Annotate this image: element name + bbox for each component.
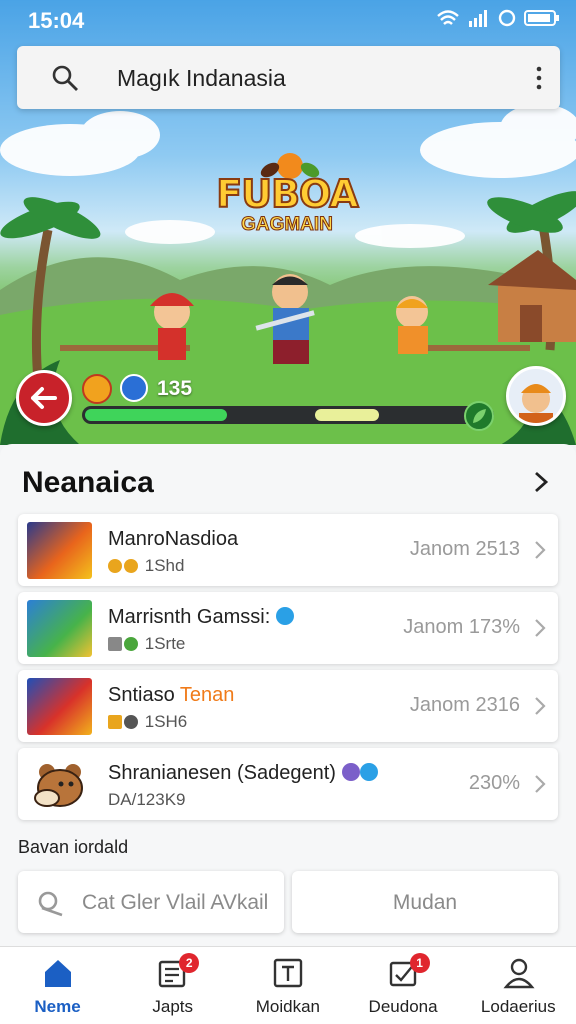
game-thumbnail — [27, 756, 92, 813]
game-thumbnail — [27, 600, 92, 657]
chevron-right-icon — [535, 541, 546, 559]
nav-label: Japts — [152, 997, 193, 1016]
nav-label: Neme — [34, 997, 81, 1016]
more-vert-icon[interactable] — [532, 65, 546, 91]
chevron-right-icon — [535, 619, 546, 637]
item-subtitle-text: 1Srte — [144, 634, 186, 653]
home-icon — [45, 960, 71, 987]
item-meta: Janom 2513 — [409, 538, 520, 560]
item-subtitle: 1SH6 — [108, 712, 187, 732]
section-title: Neanaica — [22, 466, 154, 499]
item-meta: Janom 173% — [403, 616, 520, 638]
progress-fill — [85, 409, 227, 421]
search-bar[interactable]: Magık Indanasia — [17, 46, 560, 109]
list-item[interactable]: Marrisnth Gamssi: 1Srte Janom 173% — [18, 592, 558, 664]
text-box-icon — [274, 958, 303, 988]
nav-item-moidkan[interactable]: Moidkan — [230, 947, 345, 1024]
game-logo: FUBOA GAGMAIN — [212, 150, 362, 240]
nav-label: Lodaerius — [480, 997, 556, 1016]
level-badge-icon — [341, 763, 360, 781]
notification-badge: 2 — [179, 953, 200, 973]
game-logo-title: FUBOA — [215, 171, 359, 217]
item-subtitle: 1Srte — [108, 634, 185, 654]
battery-icon — [524, 10, 559, 26]
item-subtitle-text: 1SH6 — [144, 712, 188, 731]
item-subtitle: DA/123K9 — [108, 790, 186, 809]
bottom-nav: Neme 2 Japts Moidkan 1 Deudona Lodaerius — [0, 946, 576, 1024]
data-saver-icon — [498, 9, 516, 27]
arrow-left-icon — [31, 387, 57, 409]
status-bar: 15:04 — [0, 0, 576, 42]
item-subtitle: 1Shd — [108, 556, 184, 576]
search-input[interactable]: Magık Indanasia — [117, 65, 286, 92]
item-meta: Janom 2316 — [409, 694, 520, 716]
item-title: Sntiaso Tenan — [108, 684, 234, 707]
avatar-image — [519, 384, 553, 423]
game-thumbnail — [27, 522, 92, 579]
status-icons — [436, 9, 560, 27]
leaf-icon[interactable] — [464, 401, 494, 431]
secondary-action-label: Mudan — [392, 891, 458, 914]
hud-score: 135 — [157, 377, 193, 400]
item-title-text: Sntiaso — [108, 684, 175, 706]
wifi-icon — [437, 10, 459, 25]
verified-icon — [359, 763, 378, 781]
verified-icon — [275, 607, 294, 625]
status-time: 15:04 — [28, 8, 85, 33]
secondary-action-button[interactable]: Mudan — [292, 871, 558, 933]
coin-icon — [124, 559, 138, 573]
search-icon[interactable] — [51, 64, 79, 92]
ticket-icon — [108, 715, 122, 729]
item-title: Marrisnth Gamssi: — [108, 606, 294, 629]
list-item[interactable]: ManroNasdioa 1Shd Janom 2513 — [18, 514, 558, 586]
back-button[interactable] — [16, 370, 72, 426]
notification-badge: 1 — [409, 953, 430, 973]
chevron-right-icon — [535, 697, 546, 715]
content-panel: Neanaica ManroNasdioa 1Shd Janom 2513 Ma… — [0, 444, 576, 946]
app-screen: 15:04 Magık Indanasia FUBOA GAGMAIN 135 … — [0, 0, 576, 1024]
item-title: ManroNasdioa — [108, 528, 239, 550]
progress-marker — [315, 409, 379, 421]
coin-badge-icon — [120, 374, 148, 402]
primary-action-label: Cat Gler Vlail AVkail — [82, 891, 269, 914]
nav-item-deudona[interactable]: 1 Deudona — [346, 947, 461, 1024]
player-avatar[interactable] — [506, 366, 566, 426]
bear-icon — [34, 764, 83, 807]
item-meta: 230% — [468, 772, 520, 794]
item-title-text: Marrisnth Gamssi: — [108, 606, 271, 628]
nav-label: Deudona — [368, 997, 438, 1016]
chevron-right-icon[interactable] — [532, 470, 550, 494]
list-item[interactable]: Sntiaso Tenan 1SH6 Janom 2316 — [18, 670, 558, 742]
list-item[interactable]: Shranianesen (Sadegent) DA/123K9 230% — [18, 748, 558, 820]
search-icon — [38, 891, 63, 917]
square-icon — [108, 637, 122, 651]
chevron-right-icon — [535, 775, 546, 793]
nav-label: Moidkan — [255, 997, 320, 1016]
lion-badge-icon — [82, 374, 112, 404]
item-title-text: Shranianesen (Sadegent) — [108, 762, 336, 784]
signal-icon — [469, 10, 487, 27]
nav-item-home[interactable]: Neme — [0, 947, 115, 1024]
game-thumbnail — [27, 678, 92, 735]
item-subtitle-text: 1Shd — [144, 556, 185, 575]
game-banner[interactable]: 15:04 Magık Indanasia FUBOA GAGMAIN 135 — [0, 0, 576, 445]
game-logo-subtitle: GAGMAIN — [241, 214, 334, 236]
game-progress-bar — [82, 406, 494, 424]
primary-action-button[interactable]: Cat Gler Vlail AVkail — [18, 871, 284, 933]
coin-icon — [108, 559, 122, 573]
item-title: Shranianesen (Sadegent) — [108, 762, 378, 785]
coin-icon — [124, 715, 138, 729]
nav-item-japts[interactable]: 2 Japts — [115, 947, 230, 1024]
leaf-glyph — [473, 409, 486, 423]
section-footer-label: Bavan iordald — [18, 837, 129, 857]
person-icon — [503, 958, 535, 989]
coin-icon — [124, 637, 138, 651]
nav-item-lodaerius[interactable]: Lodaerius — [461, 947, 576, 1024]
item-title-accent: Tenan — [179, 684, 235, 706]
